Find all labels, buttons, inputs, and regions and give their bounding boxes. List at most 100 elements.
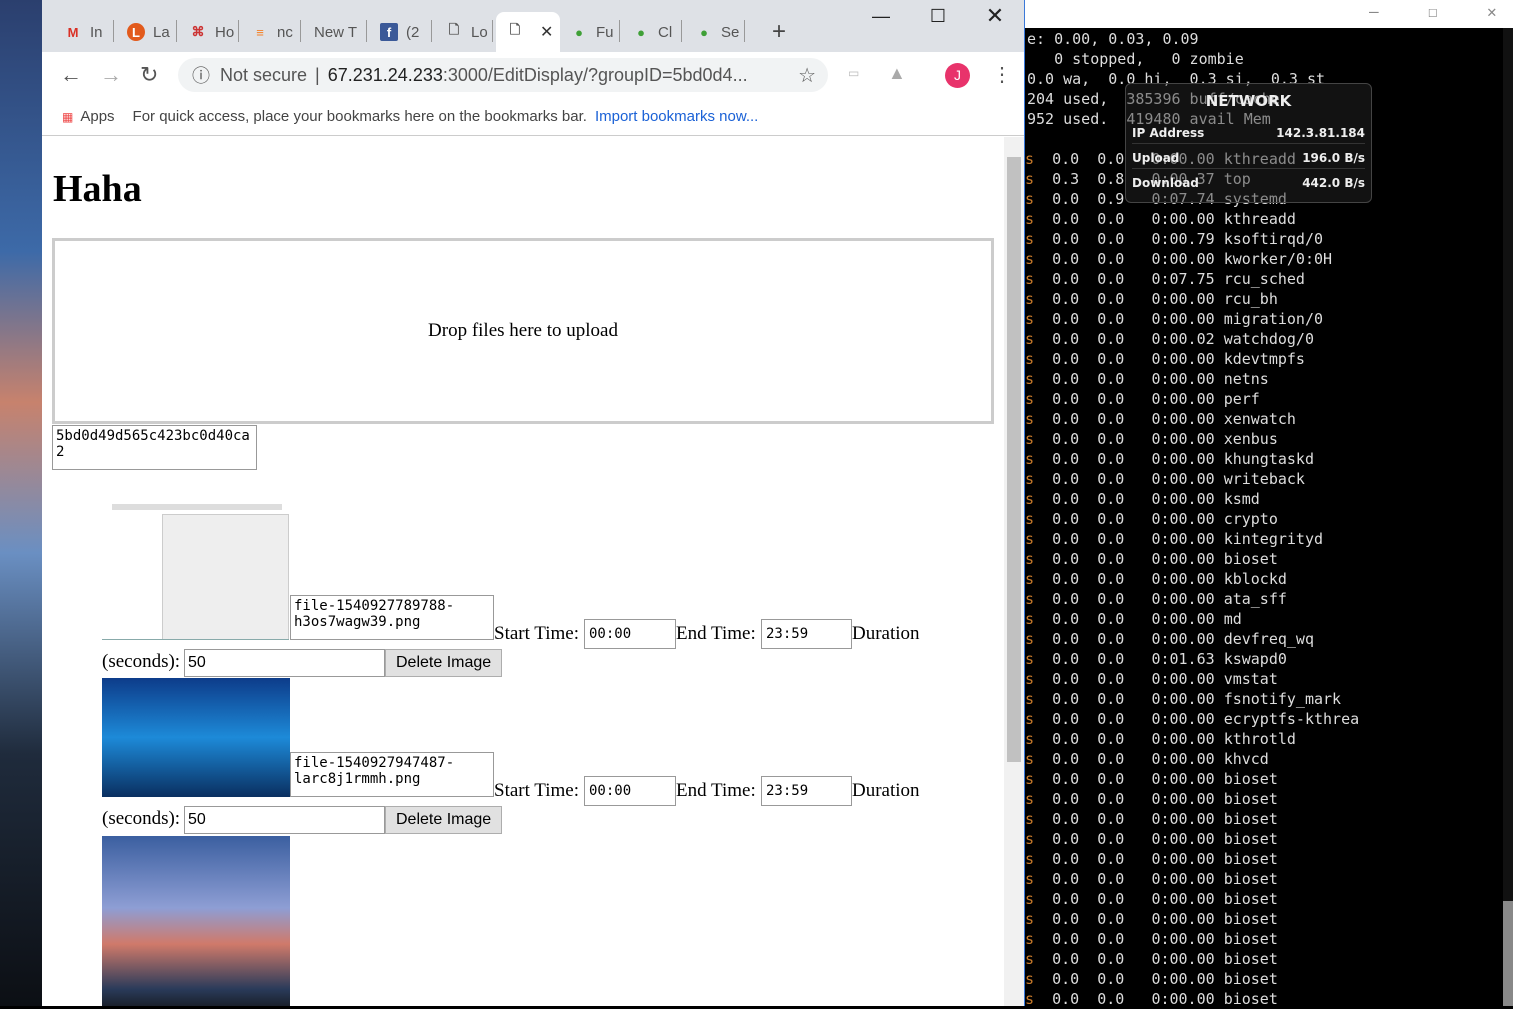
mongodb-leaf-icon: ●	[575, 24, 583, 40]
mem-value: 0.0	[1097, 890, 1125, 908]
process-row: s 0.0 0.0 0:00.00 kblockd	[1025, 570, 1287, 588]
new-tab-button[interactable]: +	[762, 12, 786, 52]
browser-tab[interactable]: ● Cl	[622, 12, 682, 52]
back-button[interactable]: ←	[60, 62, 82, 88]
start-time-input[interactable]: 00:00	[584, 619, 676, 649]
filename-field[interactable]: file-1540927947487-larc8j1rmmh.png	[290, 752, 494, 797]
cpu-value: 0.0	[1052, 810, 1080, 828]
scrollbar-thumb[interactable]	[1503, 901, 1513, 1006]
close-tab-icon[interactable]: ✕	[540, 22, 553, 42]
menu-icon[interactable]: ⋮	[992, 62, 1012, 87]
browser-tab[interactable]: 🗋 Lo	[435, 12, 493, 52]
dropzone[interactable]: Drop files here to upload	[52, 238, 994, 424]
browser-tab[interactable]: ● Se	[685, 12, 745, 52]
cpu-value: 0.0	[1052, 210, 1080, 228]
process-row: s 0.0 0.0 0:00.00 xenbus	[1025, 430, 1278, 448]
time-value: 0:00.00	[1151, 770, 1215, 788]
browser-tab[interactable]: ≡ nc	[241, 12, 301, 52]
end-time-input[interactable]: 23:59	[761, 776, 852, 806]
chrome-window: M In L La ⌘ Ho ≡ nc New Tf (2 🗋 Lo 🗋 ✕ ● Fu ● Cl ● Se + — ☐ …	[42, 0, 1025, 1006]
process-row: s 0.0 0.0 0:00.00 perf	[1025, 390, 1260, 408]
start-time-input[interactable]: 00:00	[584, 776, 676, 806]
page-scrollbar[interactable]	[1004, 137, 1024, 1006]
tab-title: Cl	[658, 23, 673, 41]
apps-link[interactable]: Apps	[80, 108, 114, 125]
delete-image-button[interactable]: Delete Image	[385, 806, 503, 834]
command-value: xenbus	[1223, 430, 1278, 448]
cpu-value: 0.0	[1052, 310, 1080, 328]
scrollbar-thumb[interactable]	[1007, 157, 1021, 762]
close-window-button[interactable]: ✕	[975, 3, 1015, 29]
process-row: s 0.0 0.0 0:00.00 netns	[1025, 370, 1269, 388]
command-value: bioset	[1223, 830, 1278, 848]
avatar[interactable]: J	[945, 63, 970, 88]
delete-image-button[interactable]: Delete Image	[385, 649, 503, 677]
command-value: bioset	[1223, 550, 1278, 568]
browser-tab[interactable]: M In	[54, 12, 114, 52]
page-content: Haha Drop files here to upload 5bd0d49d5…	[42, 137, 1004, 1006]
cpu-value: 0.0	[1052, 630, 1080, 648]
cpu-value: 0.0	[1052, 190, 1080, 208]
cpu-value: 0.0	[1052, 990, 1080, 1008]
process-row: s 0.0 0.0 0:07.75 rcu_sched	[1025, 270, 1305, 288]
extension-icon[interactable]: ▭	[848, 66, 859, 80]
time-value: 0:00.00	[1151, 830, 1215, 848]
maximize-button[interactable]: ☐	[1428, 2, 1438, 21]
cpu-value: 0.0	[1052, 890, 1080, 908]
mem-value: 0.9	[1097, 190, 1125, 208]
mem-value: 0.0	[1097, 590, 1125, 608]
command-value: kthreadd	[1223, 210, 1296, 228]
command-value: khungtaskd	[1223, 450, 1314, 468]
command-value: kblockd	[1223, 570, 1287, 588]
cpu-value: 0.0	[1052, 390, 1080, 408]
process-row: s 0.0 0.0 0:00.00 bioset	[1025, 850, 1278, 868]
time-value: 0:00.00	[1151, 370, 1215, 388]
tab-title: Lo	[471, 23, 488, 41]
command-value: kworker/0:0H	[1223, 250, 1333, 268]
terminal-scrollbar[interactable]	[1503, 28, 1513, 1006]
time-value: 0:00.00	[1151, 870, 1215, 888]
mem-value: 0.0	[1097, 230, 1125, 248]
bookmarks-bar: ▦ Apps For quick access, place your book…	[42, 98, 1024, 136]
end-time-input[interactable]: 23:59	[761, 619, 852, 649]
process-row: s 0.0 0.0 0:00.00 bioset	[1025, 830, 1278, 848]
filename-field[interactable]: file-1540927789788-h3os7wagw39.png	[290, 595, 494, 640]
cpu-value: 0.0	[1052, 790, 1080, 808]
mem-value: 0.0	[1097, 310, 1125, 328]
cpu-value: 0.0	[1052, 930, 1080, 948]
forward-button[interactable]: →	[100, 62, 122, 88]
browser-tab[interactable]: L La	[117, 12, 177, 52]
time-value: 0:00.00	[1151, 590, 1215, 608]
duration-input[interactable]	[184, 649, 385, 677]
tab-title: (2	[406, 23, 420, 41]
browser-tab[interactable]: ⌘ Ho	[179, 12, 239, 52]
browser-tab[interactable]: 🗋 ✕	[496, 12, 560, 52]
group-id-field[interactable]: 5bd0d49d565c423bc0d40ca2	[52, 425, 257, 470]
import-bookmarks-link[interactable]: Import bookmarks now...	[595, 108, 758, 125]
process-row: s 0.0 0.0 0:00.00 ksmd	[1025, 490, 1260, 508]
star-icon[interactable]: ☆	[798, 63, 816, 88]
minimize-button[interactable]: —	[1369, 2, 1379, 21]
cpu-value: 0.0	[1052, 710, 1080, 728]
maximize-button[interactable]: ☐	[918, 6, 958, 27]
drive-icon[interactable]: ▲	[888, 63, 906, 84]
bookmarks-hint: For quick access, place your bookmarks h…	[132, 108, 587, 125]
reload-button[interactable]: ↻	[140, 62, 158, 88]
minimize-button[interactable]: —	[861, 6, 901, 27]
command-value: rcu_sched	[1223, 270, 1305, 288]
start-time-label: Start Time:	[494, 623, 579, 644]
top-summary-line: 0 stopped, 0 zombie	[1027, 50, 1244, 68]
mem-value: 0.0	[1097, 870, 1125, 888]
process-row: s 0.0 0.0 0:00.00 devfreq_wq	[1025, 630, 1314, 648]
security-label: Not secure	[220, 64, 308, 85]
browser-tab[interactable]: ● Fu	[560, 12, 620, 52]
browser-tab[interactable]: f (2	[370, 12, 432, 52]
browser-tab[interactable]: New T	[304, 12, 367, 52]
time-value: 0:00.00	[1151, 450, 1215, 468]
process-row: s 0.0 0.0 0:00.00 khungtaskd	[1025, 450, 1314, 468]
info-icon[interactable]: ⓘ	[192, 62, 210, 88]
close-button[interactable]: ✕	[1487, 2, 1497, 21]
duration-input[interactable]	[184, 806, 385, 834]
mem-value: 0.0	[1097, 770, 1125, 788]
address-bar[interactable]: ⓘ Not secure | 67.231.24.233 :3000/EditD…	[178, 58, 828, 92]
